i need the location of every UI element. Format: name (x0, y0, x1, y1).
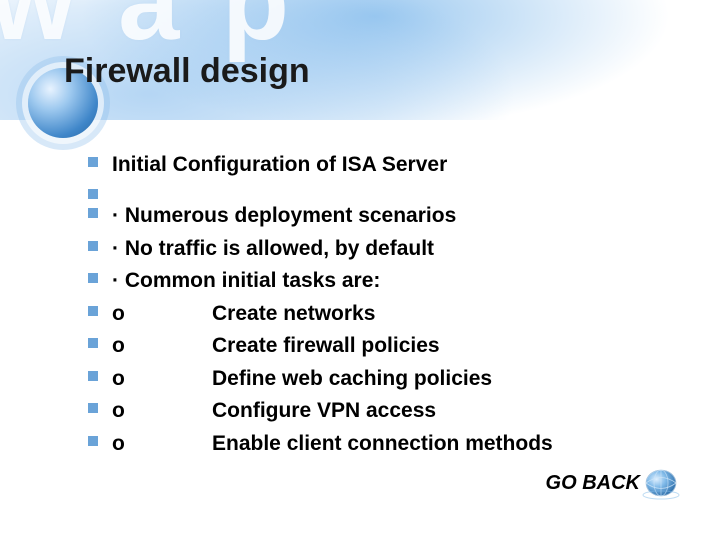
list-item-text: o Enable client connection methods (112, 429, 553, 459)
content-list: Initial Configuration of ISA Server · Num… (88, 150, 660, 461)
list-item-text: o Create networks (112, 299, 375, 329)
list-item-text: Initial Configuration of ISA Server (112, 150, 447, 180)
sub-bullet-marker: o (112, 331, 134, 361)
square-bullet-icon (88, 273, 98, 283)
list-item: Initial Configuration of ISA Server (88, 150, 660, 180)
list-item: o Enable client connection methods (88, 429, 660, 459)
sub-bullet-marker: o (112, 299, 134, 329)
square-bullet-icon (88, 436, 98, 446)
list-item: · No traffic is allowed, by default (88, 234, 660, 264)
sub-item-text: Define web caching policies (212, 367, 492, 390)
go-back-button[interactable]: GO BACK (546, 466, 680, 500)
list-item-text: · Numerous deployment scenarios (112, 201, 456, 231)
globe-arrow-icon (634, 466, 680, 500)
sub-item-text: Create networks (212, 302, 375, 325)
square-bullet-icon (88, 371, 98, 381)
square-bullet-icon (88, 157, 98, 167)
list-item: · Numerous deployment scenarios (88, 201, 660, 231)
list-item-text: · No traffic is allowed, by default (112, 234, 434, 264)
square-bullet-icon (88, 241, 98, 251)
sub-item-text: Enable client connection methods (212, 432, 553, 455)
list-item: o Create firewall policies (88, 331, 660, 361)
list-item: o Create networks (88, 299, 660, 329)
square-bullet-icon (88, 208, 98, 218)
go-back-label: GO BACK (546, 472, 640, 495)
sub-bullet-marker: o (112, 429, 134, 459)
list-item: o Configure VPN access (88, 396, 660, 426)
page-title: Firewall design (64, 52, 680, 91)
sub-item-text: Configure VPN access (212, 399, 436, 422)
sub-bullet-marker: o (112, 396, 134, 426)
list-item-text: o Define web caching policies (112, 364, 492, 394)
list-item-text: o Create firewall policies (112, 331, 440, 361)
square-bullet-icon (88, 189, 98, 199)
list-item-text: · Common initial tasks are: (112, 266, 380, 296)
list-item: · Common initial tasks are: (88, 266, 660, 296)
square-bullet-icon (88, 306, 98, 316)
sub-item-text: Create firewall policies (212, 334, 440, 357)
sub-bullet-marker: o (112, 364, 134, 394)
list-item-text: o Configure VPN access (112, 396, 436, 426)
square-bullet-icon (88, 403, 98, 413)
title-bar: Firewall design (64, 52, 680, 91)
list-item (88, 182, 660, 199)
square-bullet-icon (88, 338, 98, 348)
list-item: o Define web caching policies (88, 364, 660, 394)
